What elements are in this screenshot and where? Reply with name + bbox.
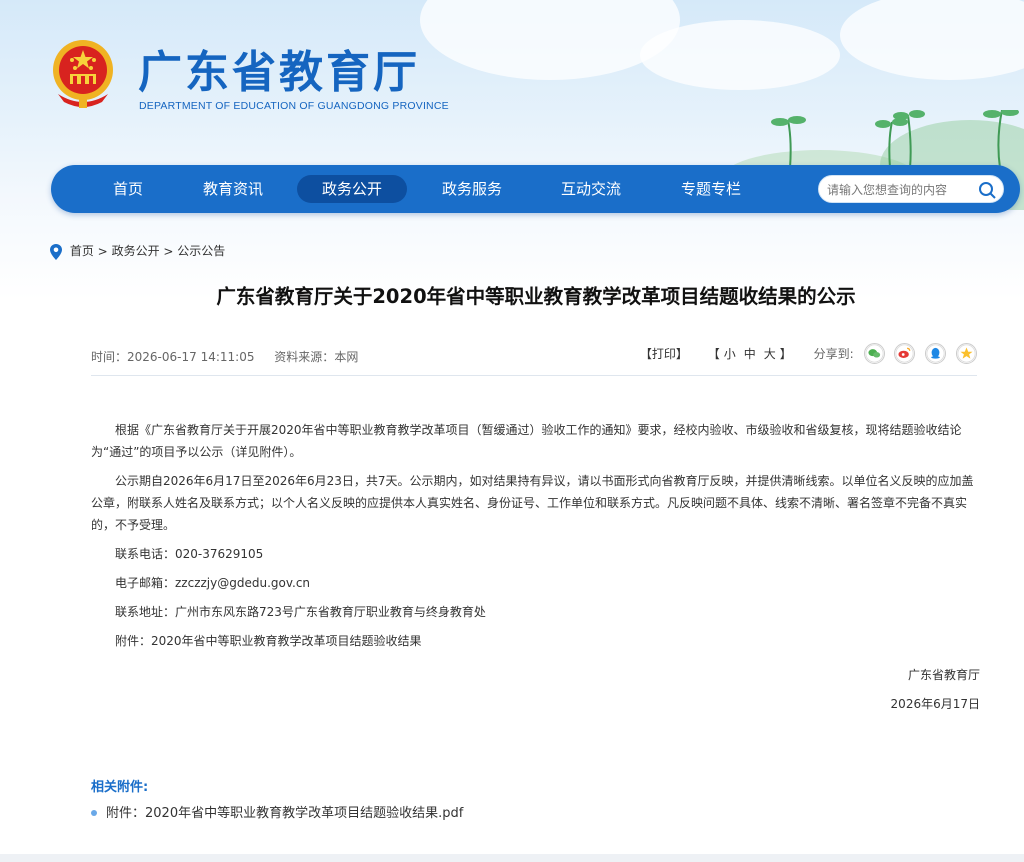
font-size-control: 【小中大】 [708, 345, 792, 362]
nav-item-special-topics[interactable]: 专题专栏 [656, 175, 766, 203]
article-title: 广东省教育厅关于2020年省中等职业教育教学改革项目结题收结果的公示 [216, 285, 856, 308]
nav-item-government-services[interactable]: 政务服务 [417, 175, 527, 203]
breadcrumb-separator: > [163, 244, 174, 259]
site-subtitle: DEPARTMENT OF EDUCATION OF GUANGDONG PRO… [139, 100, 449, 112]
national-emblem-icon [53, 40, 113, 108]
wechat-icon[interactable] [863, 343, 885, 364]
font-large-button[interactable]: 大 [764, 347, 776, 361]
font-small-button[interactable]: 小 [724, 347, 736, 361]
attachment-note: 附件：2020年省中等职业教育教学改革项目结题验收结果 [115, 634, 422, 648]
breadcrumb-home[interactable]: 首页 [70, 244, 94, 258]
share-label: 分享到: [813, 347, 854, 361]
paragraph-intro: 根据《广东省教育厅关于开展2020年省中等职业教育教学改革项目（暂缓通过）验收工… [91, 423, 962, 459]
location-pin-icon [50, 243, 62, 260]
weibo-icon[interactable] [894, 343, 916, 364]
nav-item-interaction[interactable]: 互动交流 [536, 175, 646, 203]
site-title: 广东省教育厅 [138, 47, 420, 98]
bracket-close: 】 [779, 347, 792, 361]
signature-date: 2026年6月17日 [890, 697, 980, 711]
nav-item-home[interactable]: 首页 [73, 175, 183, 203]
article-body: 根据《广东省教育厅关于开展2020年省中等职业教育教学改革项目（暂缓通过）验收工… [91, 419, 981, 659]
search-box [818, 175, 1004, 203]
search-icon[interactable] [977, 180, 997, 200]
publish-time: 2026-06-17 14:11:05 [127, 350, 255, 364]
article-meta: 时间：2026-06-17 14:11:05 资料来源：本网 【打印】 【小中大… [91, 343, 977, 376]
attachment-link[interactable]: 附件：2020年省中等职业教育教学改革项目结题验收结果.pdf [106, 806, 463, 821]
print-button[interactable]: 【打印】 [640, 345, 688, 362]
nav-item-education-news[interactable]: 教育资讯 [178, 175, 288, 203]
signature: 广东省教育厅 [907, 668, 980, 682]
breadcrumb-announcements[interactable]: 公示公告 [177, 244, 225, 258]
source-value: 本网 [334, 350, 359, 364]
breadcrumb-separator: > [97, 244, 108, 259]
breadcrumb: 首页 > 政务公开 > 公示公告 [50, 243, 225, 260]
font-medium-button[interactable]: 中 [744, 347, 756, 361]
contact-email: 电子邮箱：zzczzjy@gdedu.gov.cn [115, 576, 311, 590]
sprouts-decoration [771, 110, 1019, 169]
source-label: 资料来源： [274, 350, 335, 364]
contact-phone: 联系电话：020-37629105 [115, 547, 264, 561]
contact-address: 联系地址：广州市东风东路723号广东省教育厅职业教育与终身教育处 [115, 605, 486, 619]
related-attachments-title: 相关附件: [91, 780, 149, 795]
cloud-decoration [840, 0, 1024, 80]
cloud-decoration [640, 20, 840, 90]
breadcrumb-government-affairs[interactable]: 政务公开 [112, 244, 160, 258]
nav-item-government-affairs[interactable]: 政务公开 [297, 175, 407, 203]
paragraph-publicity-period: 公示期自2026年6月17日至2026年6月23日，共7天。公示期内，如对结果持… [91, 474, 974, 532]
main-nav: 首页 教育资讯 政务公开 政务服务 互动交流 专题专栏 [51, 165, 1020, 213]
qzone-icon[interactable] [956, 343, 977, 364]
cloud-decoration [420, 0, 680, 80]
bracket-open: 【 [707, 347, 720, 361]
search-input[interactable] [827, 180, 977, 200]
time-label: 时间： [91, 350, 128, 364]
bullet-icon [91, 809, 97, 816]
qq-icon[interactable] [925, 343, 947, 364]
footer-strip [0, 854, 1024, 862]
attachment-item: 附件：2020年省中等职业教育教学改革项目结题验收结果.pdf [91, 802, 463, 821]
